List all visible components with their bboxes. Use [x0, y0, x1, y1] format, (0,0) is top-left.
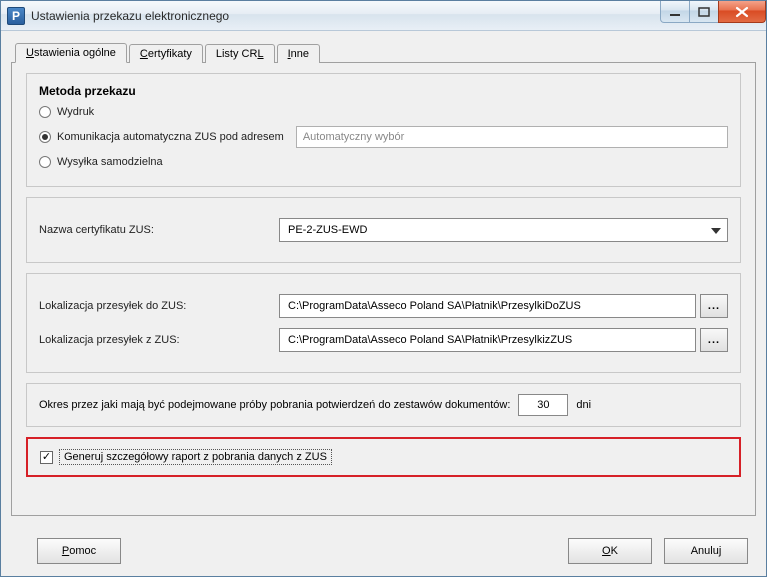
tab-crl-hotkey: L: [257, 48, 263, 60]
help-label: omoc: [69, 545, 96, 557]
radio-row-self[interactable]: Wysyłka samodzielna: [39, 156, 728, 168]
tab-certs[interactable]: Certyfikaty: [129, 44, 203, 63]
group-method-title: Metoda przekazu: [39, 84, 728, 98]
tab-certs-hotkey: C: [140, 48, 148, 60]
radio-row-auto[interactable]: Komunikacja automatyczna ZUS pod adresem…: [39, 126, 728, 148]
tab-general[interactable]: Ustawienia ogólne: [15, 43, 127, 63]
titlebar: P Ustawienia przekazu elektronicznego: [1, 1, 766, 31]
row-path-from: Lokalizacja przesyłek z ZUS: C:\ProgramD…: [39, 328, 728, 352]
path-from-value: C:\ProgramData\Asseco Poland SA\Płatnik\…: [288, 334, 572, 346]
window-title: Ustawienia przekazu elektronicznego: [31, 9, 229, 23]
cert-label: Nazwa certyfikatu ZUS:: [39, 224, 279, 236]
row-cert: Nazwa certyfikatu ZUS: PE-2-ZUS-EWD: [39, 218, 728, 242]
tab-strip: Ustawienia ogólne Certyfikaty Listy CRL …: [11, 39, 756, 63]
retry-label: Okres przez jaki mają być podejmowane pr…: [39, 399, 510, 411]
ellipsis-icon: ...: [708, 300, 720, 312]
row-report[interactable]: Generuj szczegółowy raport z pobrania da…: [40, 449, 727, 465]
tab-other-label: nne: [291, 48, 309, 60]
cancel-pre: Anulu: [691, 545, 719, 557]
help-hotkey: P: [62, 545, 69, 557]
tab-panel-general: Metoda przekazu Wydruk Komunikacja autom…: [11, 63, 756, 516]
group-report-highlight: Generuj szczegółowy raport z pobrania da…: [26, 437, 741, 477]
tab-general-label: stawienia ogólne: [34, 47, 116, 59]
checkbox-report[interactable]: [40, 451, 53, 464]
ok-label: K: [611, 545, 618, 557]
group-retry: Okres przez jaki mają być podejmowane pr…: [26, 383, 741, 427]
app-icon: P: [7, 7, 25, 25]
tab-general-hotkey: U: [26, 47, 34, 59]
maximize-icon: [698, 7, 710, 17]
radio-print[interactable]: [39, 106, 51, 118]
browse-to-button[interactable]: ...: [700, 294, 728, 318]
path-to-value: C:\ProgramData\Asseco Poland SA\Płatnik\…: [288, 300, 581, 312]
tab-other[interactable]: Inne: [277, 44, 320, 63]
group-paths: Lokalizacja przesyłek do ZUS: C:\Program…: [26, 273, 741, 373]
path-from-input[interactable]: C:\ProgramData\Asseco Poland SA\Płatnik\…: [279, 328, 696, 352]
help-button[interactable]: Pomoc: [37, 538, 121, 564]
radio-auto-label: Komunikacja automatyczna ZUS pod adresem: [57, 131, 284, 143]
group-method: Metoda przekazu Wydruk Komunikacja autom…: [26, 73, 741, 187]
path-from-label: Lokalizacja przesyłek z ZUS:: [39, 334, 279, 346]
dialog-button-row: Pomoc OK Anuluj: [1, 526, 766, 576]
client-area: Ustawienia ogólne Certyfikaty Listy CRL …: [1, 31, 766, 526]
close-button[interactable]: [718, 1, 766, 23]
cert-combo-value: PE-2-ZUS-EWD: [288, 224, 367, 236]
tab-certs-label: ertyfikaty: [148, 48, 192, 60]
ok-button[interactable]: OK: [568, 538, 652, 564]
radio-self-label: Wysyłka samodzielna: [57, 156, 163, 168]
maximize-button[interactable]: [689, 1, 719, 23]
dialog-window: P Ustawienia przekazu elektronicznego Us…: [0, 0, 767, 577]
tab-crl-pre: Listy CR: [216, 48, 258, 60]
path-to-label: Lokalizacja przesyłek do ZUS:: [39, 300, 279, 312]
group-cert: Nazwa certyfikatu ZUS: PE-2-ZUS-EWD: [26, 197, 741, 263]
ok-hotkey: O: [602, 545, 611, 557]
window-controls: [661, 1, 766, 23]
retry-unit: dni: [576, 399, 591, 411]
minimize-icon: [669, 7, 681, 17]
auto-address-input[interactable]: Automatyczny wybór: [296, 126, 728, 148]
browse-from-button[interactable]: ...: [700, 328, 728, 352]
checkbox-report-label: Generuj szczegółowy raport z pobrania da…: [59, 449, 332, 465]
path-to-input[interactable]: C:\ProgramData\Asseco Poland SA\Płatnik\…: [279, 294, 696, 318]
cancel-hotkey: j: [719, 545, 721, 557]
radio-auto[interactable]: [39, 131, 51, 143]
minimize-button[interactable]: [660, 1, 690, 23]
retry-days-input[interactable]: 30: [518, 394, 568, 416]
ellipsis-icon: ...: [708, 334, 720, 346]
close-icon: [735, 6, 749, 18]
button-spacer: [133, 538, 556, 564]
tab-crl[interactable]: Listy CRL: [205, 44, 275, 63]
retry-days-value: 30: [537, 399, 549, 411]
radio-row-print[interactable]: Wydruk: [39, 106, 728, 118]
row-path-to: Lokalizacja przesyłek do ZUS: C:\Program…: [39, 294, 728, 318]
cancel-button[interactable]: Anuluj: [664, 538, 748, 564]
radio-self[interactable]: [39, 156, 51, 168]
radio-print-label: Wydruk: [57, 106, 94, 118]
cert-combo[interactable]: PE-2-ZUS-EWD: [279, 218, 728, 242]
